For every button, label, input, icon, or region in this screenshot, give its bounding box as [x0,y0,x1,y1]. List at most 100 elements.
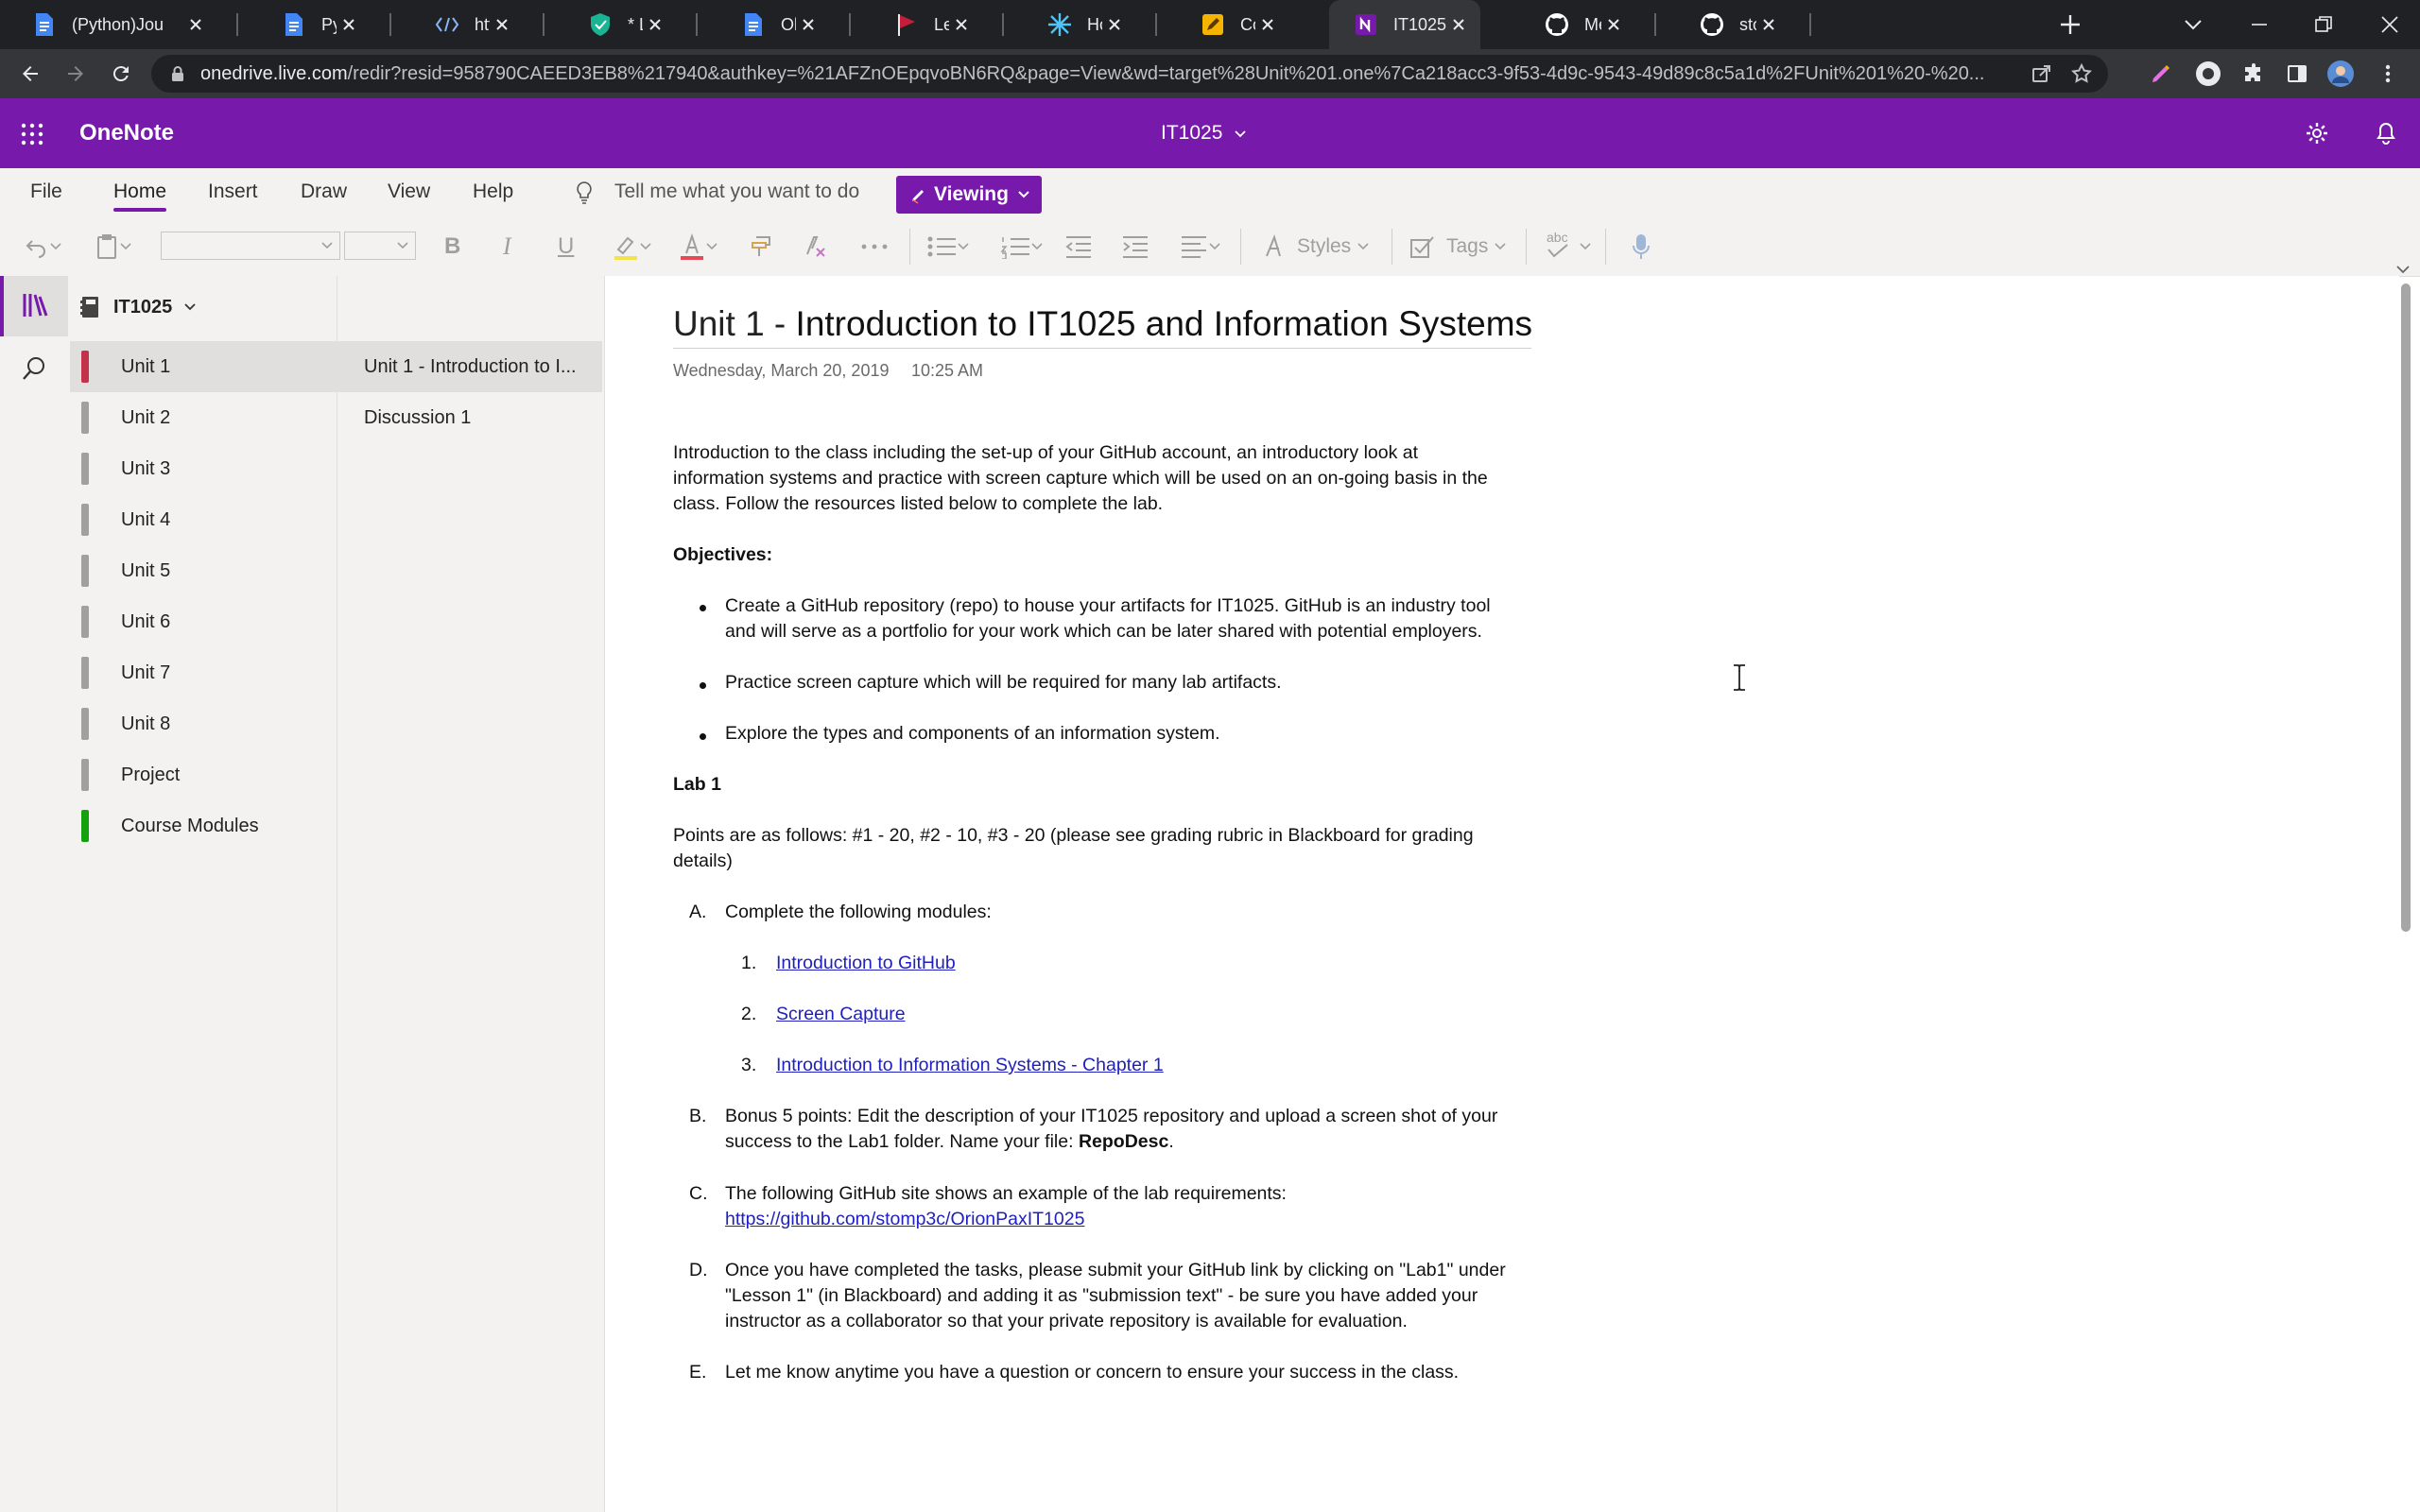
side-panel-icon[interactable] [2282,59,2312,89]
settings-gear-icon[interactable] [2305,121,2329,150]
close-tab-icon[interactable] [1102,12,1127,37]
reload-icon[interactable] [106,59,136,89]
module-link-screen-capture[interactable]: Screen Capture [776,1002,906,1027]
app-name[interactable]: OneNote [79,98,174,168]
section-item[interactable]: Unit 7 [70,647,337,698]
lab-item-a[interactable]: Complete the following modules: [725,900,992,925]
bold-icon[interactable]: B [444,231,460,263]
lab-item-d[interactable]: Once you have completed the tasks, pleas… [725,1258,1506,1334]
lab-item-b[interactable]: Bonus 5 points: Edit the description of … [725,1104,1497,1155]
browser-tab[interactable]: stomp3c/Or [1675,0,1790,49]
objective-item[interactable]: Explore the types and components of an i… [725,721,1220,747]
module-link-github[interactable]: Introduction to GitHub [776,951,956,976]
section-item[interactable]: Project [70,749,337,800]
back-icon[interactable] [15,59,45,89]
page-item[interactable]: Unit 1 - Introduction to I... [337,341,602,392]
browser-menu-icon[interactable] [2373,59,2403,89]
extension-pen-icon[interactable] [2146,59,2176,89]
close-tab-icon[interactable] [183,12,208,37]
objective-item[interactable]: Practice screen capture which will be re… [725,670,1282,696]
address-bar[interactable]: onedrive.live.com/redir?resid=958790CAEE… [151,55,2108,93]
app-launcher-icon[interactable] [21,123,43,150]
profile-avatar[interactable] [2325,59,2356,89]
page-item[interactable]: Discussion 1 [337,392,602,443]
new-tab-plus-icon[interactable] [2057,11,2083,38]
notebook-selector[interactable]: IT1025 [79,276,197,338]
forward-icon[interactable] [60,59,91,89]
spelling-button[interactable]: abc [1547,231,1571,263]
example-github-link[interactable]: https://github.com/stomp3c/OrionPaxIT102… [725,1209,1084,1229]
close-tab-icon[interactable] [337,12,361,37]
intro-paragraph[interactable]: Introduction to the class including the … [673,440,1533,517]
page-title[interactable]: Unit 1 - Introduction to IT1025 and Info… [673,304,1532,349]
close-tab-icon[interactable] [490,12,514,37]
browser-tab[interactable]: * Limits and [563,0,677,49]
notification-bell-icon[interactable] [2375,121,2397,150]
section-item[interactable]: Unit 6 [70,596,337,647]
browser-tab[interactable]: Content [1176,0,1289,49]
search-icon[interactable] [21,355,47,387]
increase-indent-icon[interactable] [1121,231,1150,263]
tab-help[interactable]: Help [473,168,513,215]
section-item[interactable]: Course Modules [70,800,337,851]
section-item[interactable]: Unit 8 [70,698,337,749]
tags-button[interactable]: Tags [1409,231,1507,263]
objective-item[interactable]: Create a GitHub repository (repo) to hou… [725,593,1491,644]
vertical-scrollbar[interactable] [2401,284,2411,932]
lab-item-c[interactable]: The following GitHub site shows an examp… [725,1181,1287,1232]
extension-circle-icon[interactable] [2193,59,2223,89]
notebook-title-menu[interactable]: IT1025 [1161,98,1247,168]
tell-me-search[interactable]: Tell me what you want to do [614,168,859,215]
close-tab-icon[interactable] [949,12,974,37]
browser-tab[interactable]: IT1025 - Mic [1329,0,1480,49]
font-size-dropdown[interactable] [344,232,416,260]
section-item[interactable]: Unit 5 [70,545,337,596]
browser-tab[interactable]: MeirManevi [1520,0,1635,49]
close-tab-icon[interactable] [1756,12,1781,37]
browser-tab[interactable]: Obscure Joy [717,0,830,49]
notebooks-nav-button[interactable] [0,276,68,336]
font-family-dropdown[interactable] [161,232,340,260]
spelling-dropdown[interactable] [1579,231,1592,263]
font-color-icon[interactable] [679,231,718,263]
close-tab-icon[interactable] [796,12,821,37]
share-icon[interactable] [2031,62,2053,90]
section-item[interactable]: Unit 2 [70,392,337,443]
url-text[interactable]: onedrive.live.com/redir?resid=958790CAEE… [200,55,2034,93]
close-tab-icon[interactable] [643,12,667,37]
undo-icon[interactable] [25,231,62,263]
minimize-window-icon[interactable] [2246,11,2273,38]
clear-formatting-icon[interactable] [802,231,828,263]
close-window-icon[interactable] [2377,11,2403,38]
numbering-icon[interactable] [1000,231,1044,263]
clipboard-icon[interactable] [95,231,132,263]
decrease-indent-icon[interactable] [1064,231,1093,263]
restore-window-icon[interactable] [2310,11,2337,38]
tab-home[interactable]: Home [113,168,167,215]
tab-file[interactable]: File [30,168,62,215]
section-item[interactable]: Unit 4 [70,494,337,545]
lock-icon[interactable] [168,64,187,83]
tab-insert[interactable]: Insert [208,168,258,215]
browser-tab[interactable]: Learn the Pi [870,0,983,49]
close-tab-icon[interactable] [1601,12,1626,37]
tab-view[interactable]: View [388,168,430,215]
viewing-mode-button[interactable]: Viewing [896,176,1042,214]
paragraph-alignment-icon[interactable] [1180,231,1221,263]
lab-item-e[interactable]: Let me know anytime you have a question … [725,1360,1459,1385]
dictate-microphone-icon[interactable] [1632,231,1651,263]
highlight-icon[interactable] [613,231,652,263]
styles-button[interactable]: Styles [1261,231,1370,263]
bullets-icon[interactable] [926,231,970,263]
browser-tab[interactable]: Python - Go [257,0,371,49]
format-painter-icon[interactable] [749,231,775,263]
bookmark-star-icon[interactable] [2070,62,2093,90]
tab-draw[interactable]: Draw [301,168,347,215]
underline-icon[interactable]: U [558,231,574,263]
section-item[interactable]: Unit 1 [70,341,337,392]
close-tab-icon[interactable] [1255,12,1280,37]
module-link-information-systems[interactable]: Introduction to Information Systems - Ch… [776,1053,1164,1078]
extensions-puzzle-icon[interactable] [2238,59,2269,89]
more-options-icon[interactable] [860,231,889,263]
browser-tab[interactable]: https://www [410,0,524,49]
